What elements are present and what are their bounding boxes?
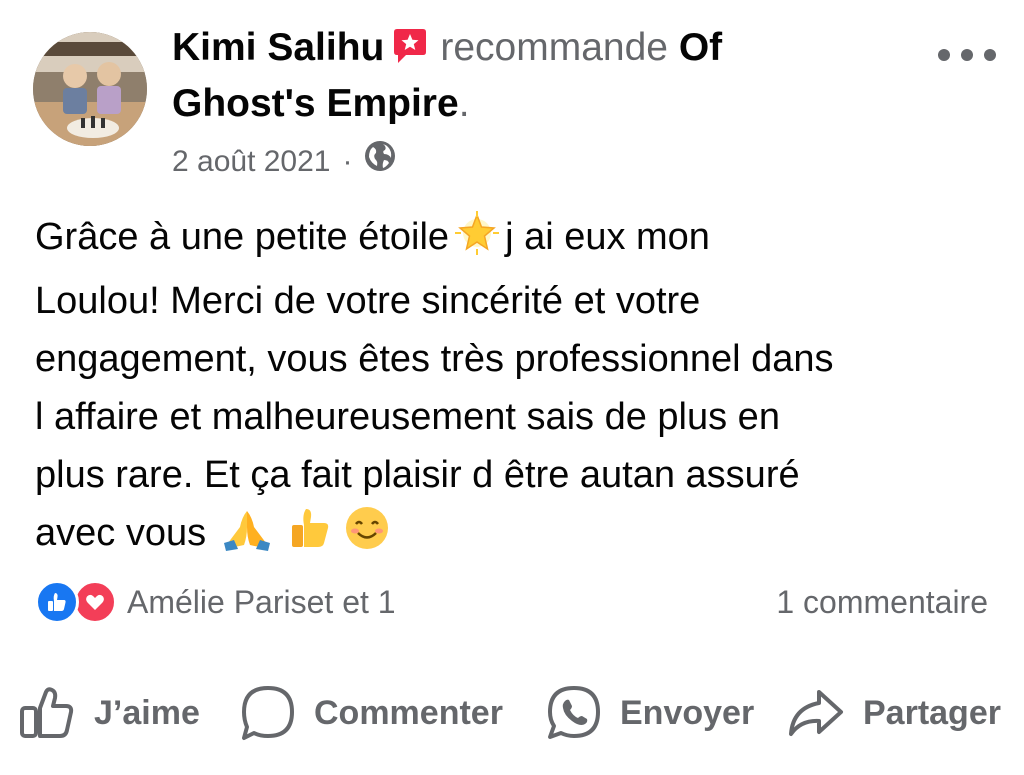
recommend-verb: recommande [440,26,668,69]
glowing-star-icon [455,211,500,272]
author-avatar[interactable] [33,32,147,146]
post-line-2: Loulou! Merci de votre sincérité et votr… [35,280,701,322]
post-text-segment: Grâce à une petite étoile [35,216,450,258]
avatar-photo [33,32,147,146]
post-header: Kimi Salihu recommande Of [172,22,722,80]
globe-icon [364,140,396,184]
love-reaction-icon [73,580,117,624]
thumbs-up-icon [18,684,76,742]
comment-button[interactable]: Commenter [240,680,503,746]
like-reaction-icon [35,580,79,624]
like-button[interactable]: J’aime [18,680,200,746]
header-period: . [458,82,470,125]
thumbs-up-emoji-icon [286,505,332,568]
reactions-summary[interactable]: Amélie Pariset et 1 [35,580,396,624]
more-options-button[interactable] [938,44,996,66]
post-meta: 2 août 2021 · [172,140,396,184]
post-header-line2: Ghost's Empire. [172,78,470,130]
send-button[interactable]: Envoyer [546,680,754,746]
author-name[interactable]: Kimi Salihu [172,26,384,69]
smiling-face-icon [344,505,390,568]
share-arrow-icon [787,684,845,742]
more-dot-icon [938,49,950,61]
recommend-badge-icon [390,26,430,80]
post-text-segment: avec vous [35,512,207,554]
post-line-3: engagement, vous êtes très professionnel… [35,338,834,380]
share-button[interactable]: Partager [787,680,1001,746]
post-body: Grâce à une petite étoile j ai eux mon Lo… [35,208,1010,568]
post-line-4: l affaire et malheureusement sais de plu… [35,396,780,438]
comment-label: Commenter [314,693,503,732]
share-label: Partager [863,693,1001,732]
like-label: J’aime [94,693,200,732]
whatsapp-icon [546,684,602,742]
post-date[interactable]: 2 août 2021 [172,141,330,183]
more-dot-icon [961,49,973,61]
comment-bubble-icon [240,684,296,742]
send-label: Envoyer [620,693,755,732]
action-bar: J’aime Commenter Envoyer Partager [0,680,1024,746]
page-name-part1[interactable]: Of [679,26,722,69]
post-text-segment: j ai eux mon [505,216,710,258]
meta-separator: · [342,145,353,178]
post-line-5: plus rare. Et ça fait plaisir d être aut… [35,454,800,496]
comment-count[interactable]: 1 commentaire [776,584,988,621]
post-line-6: avec vous [35,504,1010,568]
page-name-part2[interactable]: Ghost's Empire [172,82,459,125]
post-line-1: Grâce à une petite étoile j ai eux mon [35,208,1010,272]
folded-hands-icon [220,507,274,568]
reaction-names[interactable]: Amélie Pariset et 1 [127,584,396,621]
more-dot-icon [984,49,996,61]
